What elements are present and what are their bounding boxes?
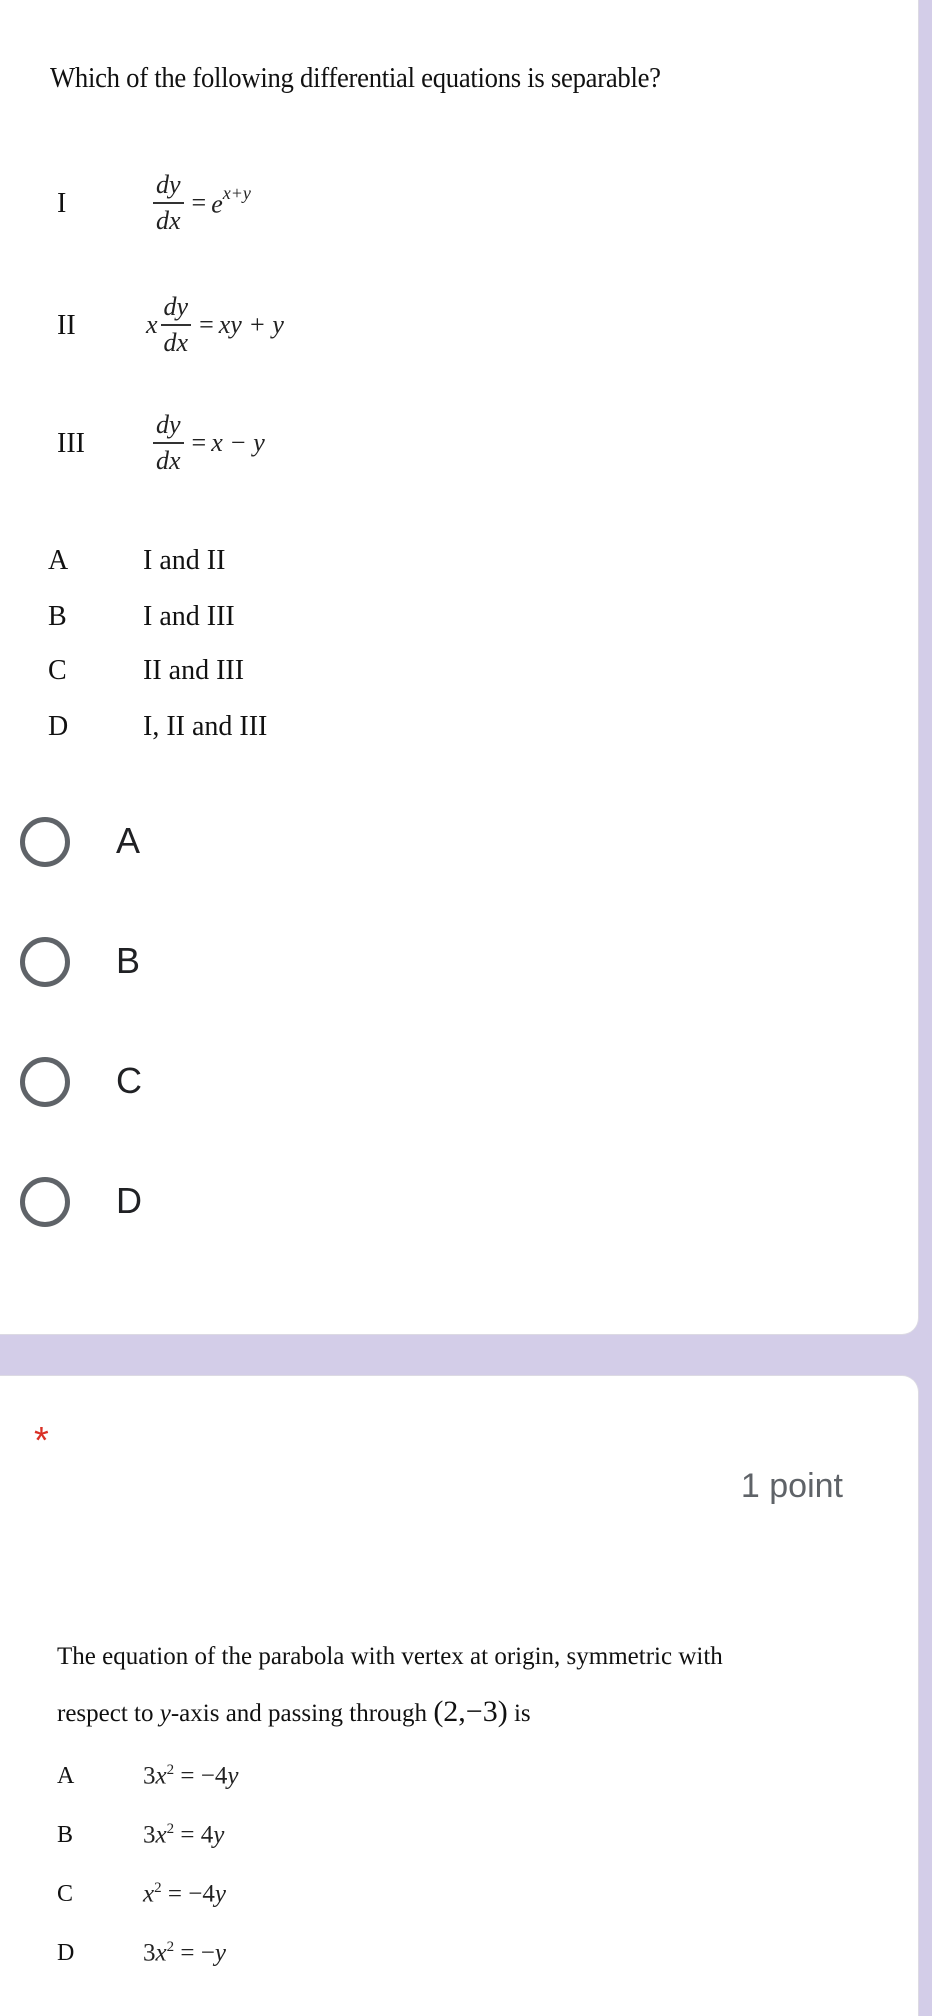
statement-label-2: II: [57, 310, 76, 341]
statement-equation-1: dy dx = ex+y: [150, 172, 251, 234]
option-key-text-d: I, II and III: [143, 711, 268, 742]
option-key-label-c: C: [48, 655, 67, 686]
option-key-text-a: I and II: [143, 545, 226, 576]
question-2-text-line-1: The equation of the parabola with vertex…: [57, 1643, 723, 1670]
option-key-label-b: B: [48, 601, 67, 632]
points-label: 1 point: [740, 1467, 843, 1505]
radio-button-d[interactable]: [20, 1177, 70, 1227]
radio-label-a[interactable]: A: [116, 820, 140, 862]
q2-option-label-b: B: [57, 1822, 74, 1848]
radio-button-c[interactable]: [20, 1057, 70, 1107]
fraction-dy-dx: dy dx: [160, 294, 192, 356]
radio-label-b[interactable]: B: [116, 940, 140, 982]
option-key-text-c: II and III: [143, 655, 245, 686]
required-asterisk: *: [34, 1420, 49, 1462]
statement-label-3: III: [57, 428, 85, 459]
statement-equation-3: dy dx = x − y: [150, 412, 265, 474]
q2-option-equation-d: 3x2 = −y: [143, 1939, 226, 1967]
option-key-text-b: I and III: [143, 601, 235, 632]
point-coordinates: (2,−3): [433, 1695, 508, 1728]
q2-option-equation-a: 3x2 = −4y: [143, 1762, 239, 1790]
question-card-1: Which of the following differential equa…: [0, 0, 918, 1334]
radio-label-d[interactable]: D: [116, 1180, 142, 1222]
statement-equation-2: x dy dx = xy + y: [146, 292, 284, 357]
question-2-text-line-2: respect to y-axis and passing through (2…: [57, 1695, 531, 1728]
q2-option-equation-b: 3x2 = 4y: [143, 1821, 225, 1849]
option-key-label-a: A: [48, 545, 69, 576]
fraction-dy-dx: dy dx: [153, 412, 184, 474]
question-title: Which of the following differential equa…: [50, 62, 661, 94]
radio-button-b[interactable]: [20, 937, 70, 987]
q2-option-equation-c: x2 = −4y: [143, 1880, 226, 1908]
radio-label-c[interactable]: C: [116, 1060, 142, 1102]
statement-label-1: I: [57, 188, 67, 219]
q2-option-label-d: D: [57, 1940, 75, 1966]
radio-button-a[interactable]: [20, 817, 70, 867]
q2-option-label-c: C: [57, 1881, 74, 1907]
option-key-label-d: D: [48, 711, 69, 742]
q2-option-label-a: A: [57, 1763, 75, 1789]
fraction-dy-dx: dy dx: [153, 172, 184, 234]
